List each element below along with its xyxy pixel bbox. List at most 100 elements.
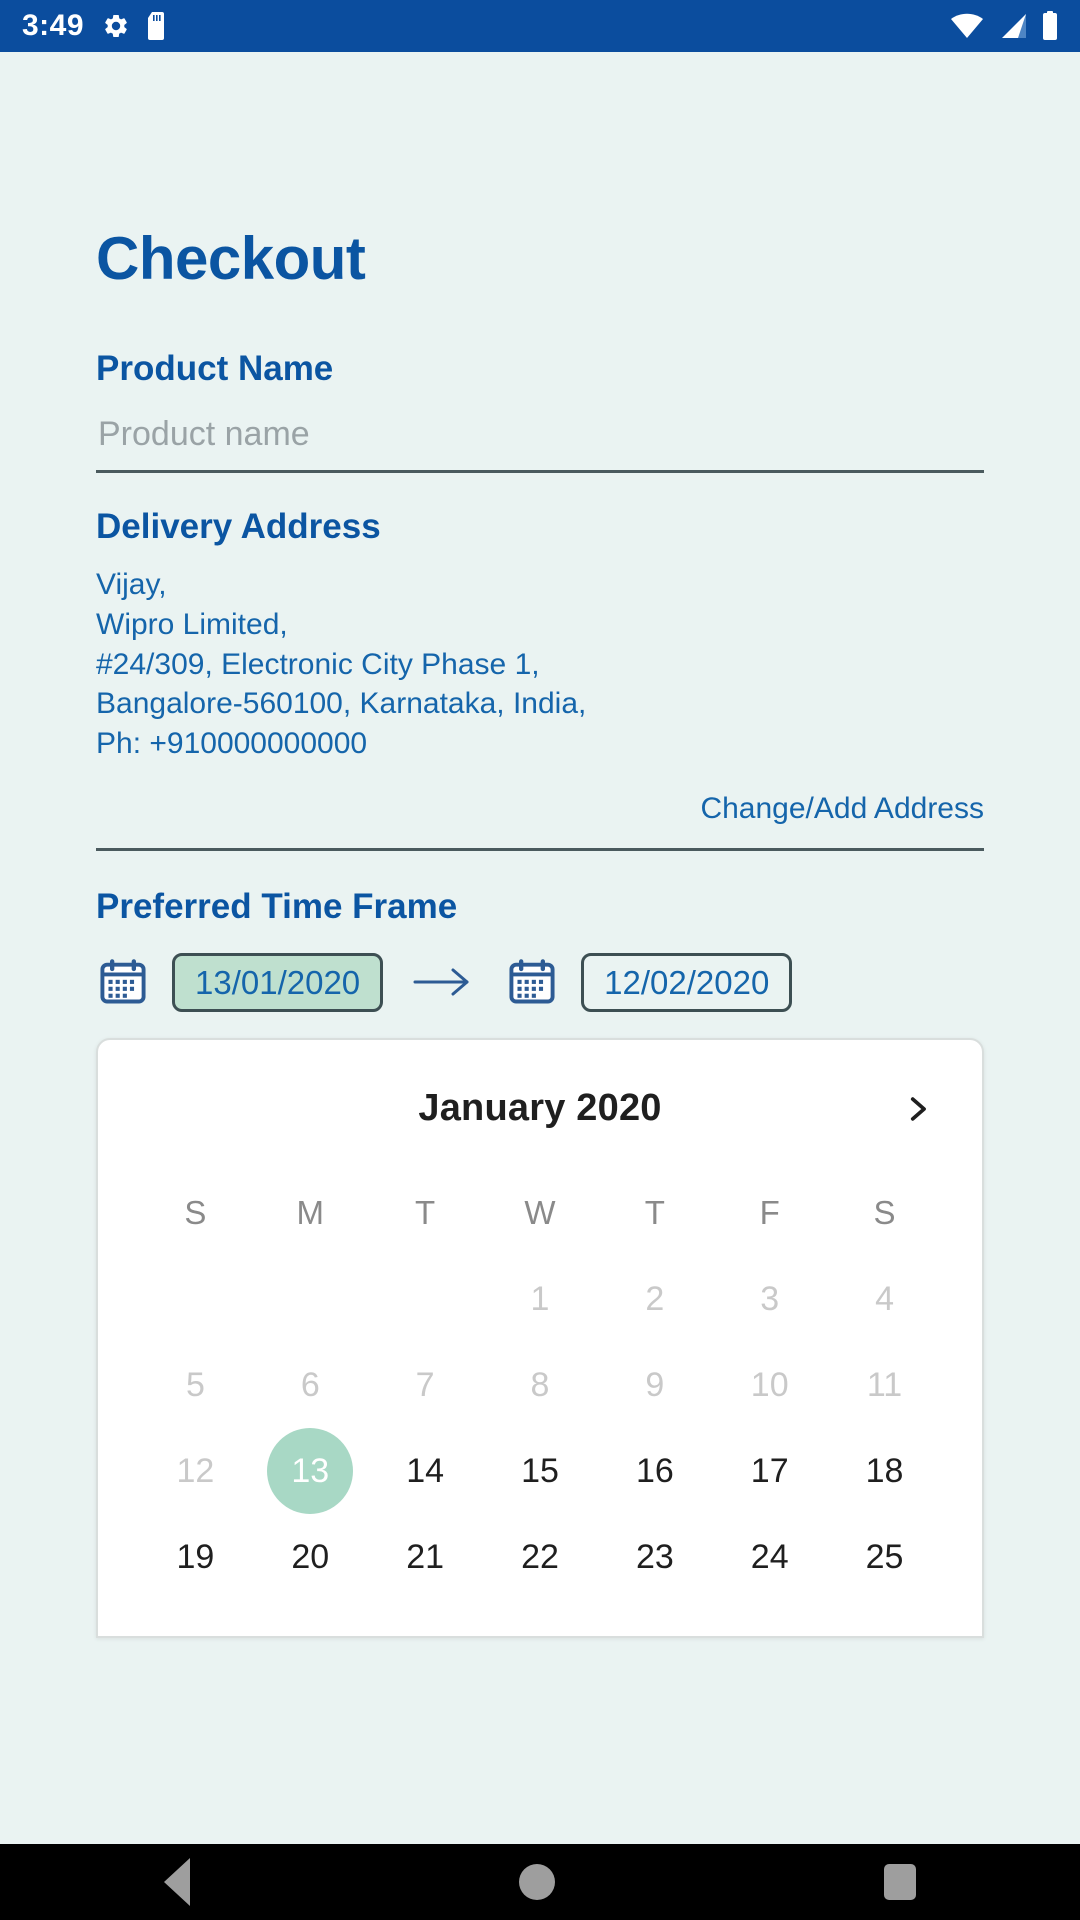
start-date-chip[interactable]: 13/01/2020 <box>172 952 384 1012</box>
calendar-day-label: 24 <box>750 1537 789 1576</box>
page-title: Checkout <box>96 225 366 292</box>
calendar-day: 11 <box>827 1342 942 1428</box>
calendar-day-label: 13 <box>267 1427 354 1514</box>
calendar-icon[interactable] <box>96 956 150 1008</box>
product-name-input[interactable] <box>96 411 984 458</box>
calendar-day-label: 1 <box>530 1279 550 1318</box>
calendar-icon[interactable] <box>505 956 559 1008</box>
calendar-day-label: 25 <box>865 1537 904 1576</box>
calendar-day[interactable]: 21 <box>368 1514 483 1600</box>
calendar-day-label: 4 <box>875 1279 895 1318</box>
calendar-weekday: M <box>296 1193 325 1231</box>
calendar-day <box>138 1256 253 1342</box>
calendar-day[interactable]: 17 <box>712 1428 827 1514</box>
calendar-day-label: 19 <box>176 1537 215 1576</box>
calendar-day: 5 <box>138 1342 253 1428</box>
calendar-day-label: 8 <box>530 1365 550 1404</box>
calendar-day[interactable]: 14 <box>368 1428 483 1514</box>
calendar-day[interactable]: 25 <box>827 1514 942 1600</box>
section-divider <box>96 847 984 851</box>
calendar-day: 10 <box>712 1342 827 1428</box>
calendar-day: 7 <box>368 1342 483 1428</box>
calendar-day: 4 <box>827 1256 942 1342</box>
gear-icon <box>102 12 130 40</box>
calendar-weekday: W <box>524 1193 556 1231</box>
calendar-grid: S M T W T F S 1 2 3 4 5 6 7 8 9 10 11 12 13 14 15 16 17 18 19 20 21… <box>138 1170 942 1600</box>
calendar-day-label: 6 <box>300 1365 320 1404</box>
calendar-day-label: 21 <box>406 1537 445 1576</box>
signal-icon <box>998 12 1028 40</box>
delivery-address-label: Delivery Address <box>96 507 381 546</box>
calendar-day: 12 <box>138 1428 253 1514</box>
calendar-day[interactable]: 16 <box>597 1428 712 1514</box>
calendar-day-label: 18 <box>865 1451 904 1490</box>
battery-icon <box>1042 11 1058 41</box>
calendar-day-label: 15 <box>521 1451 559 1490</box>
calendar-month-label: January 2020 <box>418 1087 662 1130</box>
calendar-day-label: 20 <box>291 1537 330 1576</box>
calendar-header: January 2020 <box>138 1074 942 1144</box>
calendar-day: 2 <box>597 1256 712 1342</box>
android-nav-bar <box>0 1844 1080 1920</box>
address-line: Vijay, <box>96 568 167 601</box>
status-bar-right <box>950 11 1058 41</box>
address-line: Wipro Limited, <box>96 607 288 641</box>
back-icon[interactable] <box>164 1858 191 1906</box>
calendar-weekday: S <box>184 1193 207 1231</box>
calendar-weekday: S <box>873 1193 896 1231</box>
calendar-day: 8 <box>483 1342 598 1428</box>
calendar-day-label: 2 <box>645 1279 665 1318</box>
date-range-row: 13/01/2020 12/02/2020 <box>96 952 984 1012</box>
change-add-address-link[interactable]: Change/Add Address <box>700 792 984 825</box>
delivery-address-text: Vijay, Wipro Limited, #24/309, Electroni… <box>96 565 984 764</box>
status-bar: 3:49 <box>0 0 1080 52</box>
calendar-day-selected[interactable]: 13 <box>253 1427 368 1514</box>
calendar-day-label: 16 <box>635 1451 674 1490</box>
calendar-day[interactable]: 19 <box>138 1514 253 1600</box>
calendar-day <box>368 1256 483 1342</box>
arrow-right-icon <box>409 962 479 1002</box>
status-bar-clock: 3:49 <box>22 9 85 42</box>
calendar-day[interactable]: 23 <box>597 1514 712 1600</box>
calendar-weekday: F <box>759 1193 780 1231</box>
preferred-time-frame-label: Preferred Time Frame <box>96 886 458 926</box>
calendar-day[interactable]: 18 <box>827 1428 942 1514</box>
calendar-day-label: 12 <box>176 1451 215 1490</box>
wifi-icon <box>950 12 984 40</box>
calendar-day-label: 23 <box>635 1537 674 1576</box>
calendar-day: 1 <box>483 1256 598 1342</box>
status-bar-left: 3:49 <box>22 9 168 43</box>
calendar-weekday: T <box>644 1193 665 1231</box>
calendar-day-label: 9 <box>645 1365 665 1404</box>
calendar-day: 9 <box>597 1342 712 1428</box>
calendar-day[interactable]: 20 <box>253 1514 368 1600</box>
home-icon[interactable] <box>518 1864 555 1900</box>
calendar-day-label: 7 <box>415 1365 435 1404</box>
product-name-field[interactable] <box>96 411 984 473</box>
calendar-day[interactable]: 24 <box>712 1514 827 1600</box>
calendar-day: 3 <box>712 1256 827 1342</box>
calendar-day-label: 14 <box>406 1451 445 1490</box>
product-name-label: Product Name <box>96 349 334 388</box>
calendar-weekday: T <box>415 1193 436 1231</box>
calendar-day-label: 10 <box>750 1365 789 1404</box>
change-address-row: Change/Add Address <box>96 792 984 826</box>
chevron-right-icon[interactable] <box>894 1086 940 1132</box>
calendar-day <box>253 1256 368 1342</box>
address-line: Ph: +910000000000 <box>96 727 368 761</box>
recents-icon[interactable] <box>883 1864 916 1900</box>
date-picker-card: January 2020 S M T W T F S 1 2 3 4 5 6 7 8 9 10 11 12 13 14 1… <box>96 1037 984 1638</box>
sd-card-icon <box>148 12 168 40</box>
calendar-day-label: 5 <box>185 1365 205 1404</box>
calendar-day-label: 3 <box>760 1279 780 1318</box>
checkout-screen: Checkout Product Name Delivery Address V… <box>0 52 1080 1844</box>
calendar-day-label: 11 <box>866 1365 903 1404</box>
address-line: #24/309, Electronic City Phase 1, <box>96 647 540 681</box>
calendar-day[interactable]: 22 <box>483 1514 598 1600</box>
end-date-chip[interactable]: 12/02/2020 <box>581 952 793 1012</box>
calendar-day-label: 17 <box>750 1451 789 1490</box>
calendar-day[interactable]: 15 <box>483 1428 598 1514</box>
calendar-day: 6 <box>253 1342 368 1428</box>
address-line: Bangalore-560100, Karnataka, India, <box>96 687 587 721</box>
calendar-day-label: 22 <box>521 1537 559 1576</box>
